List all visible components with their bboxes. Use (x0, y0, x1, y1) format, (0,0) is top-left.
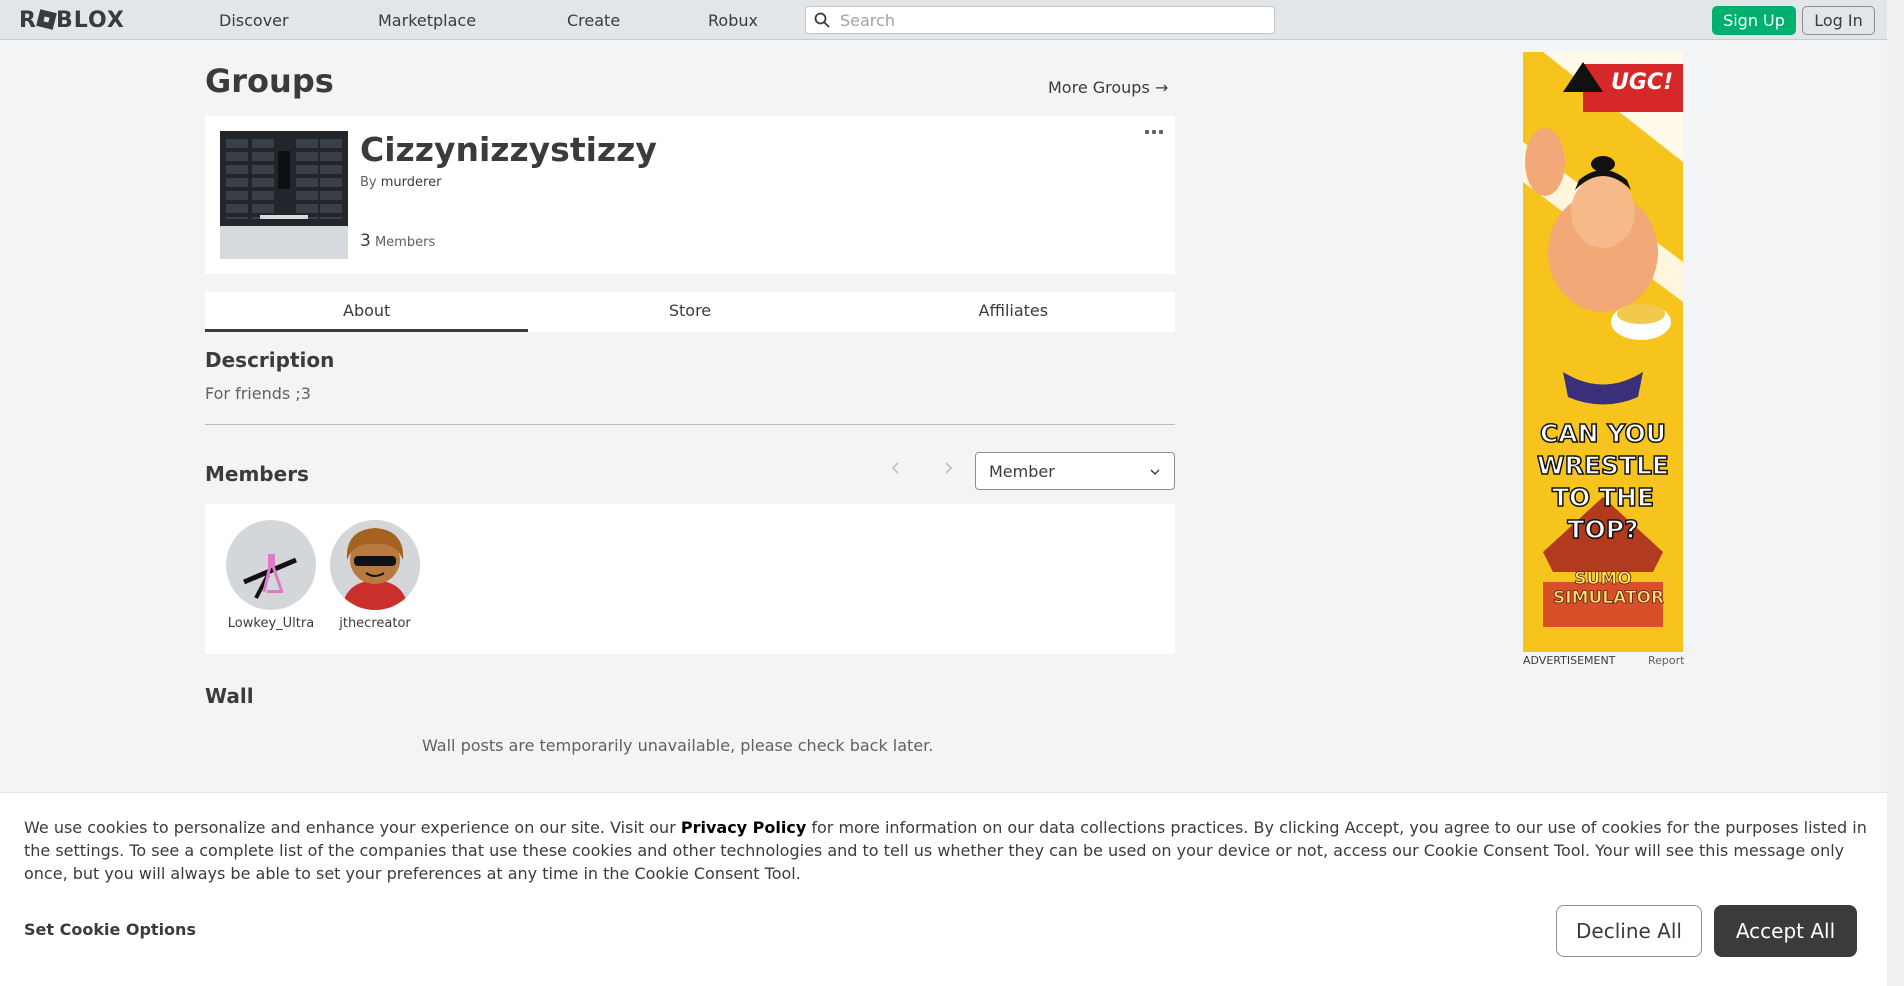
members-list: Lowkey_Ultra jthecreator (205, 504, 1175, 654)
nav-marketplace[interactable]: Marketplace (378, 11, 476, 30)
top-navbar: R BLOX Discover Marketplace Create Robux … (0, 0, 1887, 40)
page-scrollbar[interactable] (1887, 0, 1904, 986)
role-dropdown[interactable]: Member (975, 452, 1175, 490)
avatar[interactable] (226, 520, 316, 610)
group-owner: By murderer (360, 175, 441, 190)
nav-discover[interactable]: Discover (219, 11, 289, 30)
ad-brand-line2: SIMULATOR (1553, 588, 1665, 608)
wall-heading: Wall (205, 684, 254, 708)
member-name[interactable]: Lowkey_Ultra (221, 616, 321, 631)
chevron-right-icon[interactable] (940, 460, 956, 476)
search-bar (805, 6, 1275, 34)
member-count-number: 3 (360, 231, 371, 251)
decline-all-button[interactable]: Decline All (1556, 905, 1702, 957)
ad-artwork (1523, 52, 1683, 627)
roblox-logo[interactable]: R BLOX (19, 8, 125, 33)
advertisement-label: ADVERTISEMENT (1523, 654, 1616, 667)
member-name[interactable]: jthecreator (325, 616, 425, 631)
advertisement-banner[interactable]: UGC! CAN YOU WRESTLE TO THE TOP? SUMO SI… (1523, 52, 1683, 652)
more-groups-link[interactable]: More Groups → (1048, 78, 1168, 97)
page-title: Groups (205, 62, 334, 100)
sign-up-button[interactable]: Sign Up (1712, 6, 1796, 35)
report-ad-link[interactable]: Report (1648, 654, 1684, 667)
search-input[interactable] (840, 10, 1260, 30)
privacy-policy-link[interactable]: Privacy Policy (681, 818, 806, 837)
cookie-text: We use cookies to personalize and enhanc… (24, 816, 1874, 885)
role-dropdown-value: Member (989, 462, 1055, 481)
description-text: For friends ;3 (205, 384, 311, 403)
member-item[interactable]: Lowkey_Ultra (221, 520, 321, 631)
ad-brand: SUMO SIMULATOR (1553, 569, 1665, 608)
set-cookie-options-link[interactable]: Set Cookie Options (24, 920, 196, 939)
wall-unavailable-message: Wall posts are temporarily unavailable, … (422, 736, 934, 755)
group-emblem-image (220, 131, 348, 226)
members-heading: Members (205, 462, 309, 486)
chevron-left-icon[interactable] (888, 460, 904, 476)
nav-create[interactable]: Create (567, 11, 620, 30)
chevron-down-icon (1150, 469, 1160, 475)
section-divider (205, 424, 1175, 425)
more-options-icon[interactable] (1145, 130, 1163, 138)
member-count-label: Members (374, 235, 436, 250)
owner-link[interactable]: murderer (381, 175, 442, 190)
avatar[interactable] (330, 520, 420, 610)
ad-brand-line1: SUMO (1574, 569, 1632, 589)
tab-affiliates[interactable]: Affiliates (852, 292, 1175, 332)
group-tabs: About Store Affiliates (205, 292, 1175, 332)
member-item[interactable]: jthecreator (325, 520, 425, 631)
ad-headline: CAN YOU WRESTLE TO THE TOP? (1536, 418, 1669, 545)
tab-about[interactable]: About (205, 292, 529, 332)
log-in-button[interactable]: Log In (1802, 6, 1875, 35)
search-icon (814, 12, 830, 28)
accept-all-button[interactable]: Accept All (1714, 905, 1857, 957)
group-emblem (220, 131, 348, 259)
member-count: 3 Members (360, 231, 435, 251)
group-name: Cizzynizzystizzy (360, 130, 657, 169)
description-heading: Description (205, 348, 335, 372)
cookie-banner: We use cookies to personalize and enhanc… (0, 792, 1887, 986)
by-label: By (360, 175, 377, 190)
nav-robux[interactable]: Robux (708, 11, 758, 30)
ad-badge: UGC! (1611, 70, 1674, 95)
tab-store[interactable]: Store (528, 292, 851, 332)
group-header-card: Cizzynizzystizzy By murderer 3 Members (205, 116, 1175, 274)
cookie-text-before: We use cookies to personalize and enhanc… (24, 818, 681, 837)
